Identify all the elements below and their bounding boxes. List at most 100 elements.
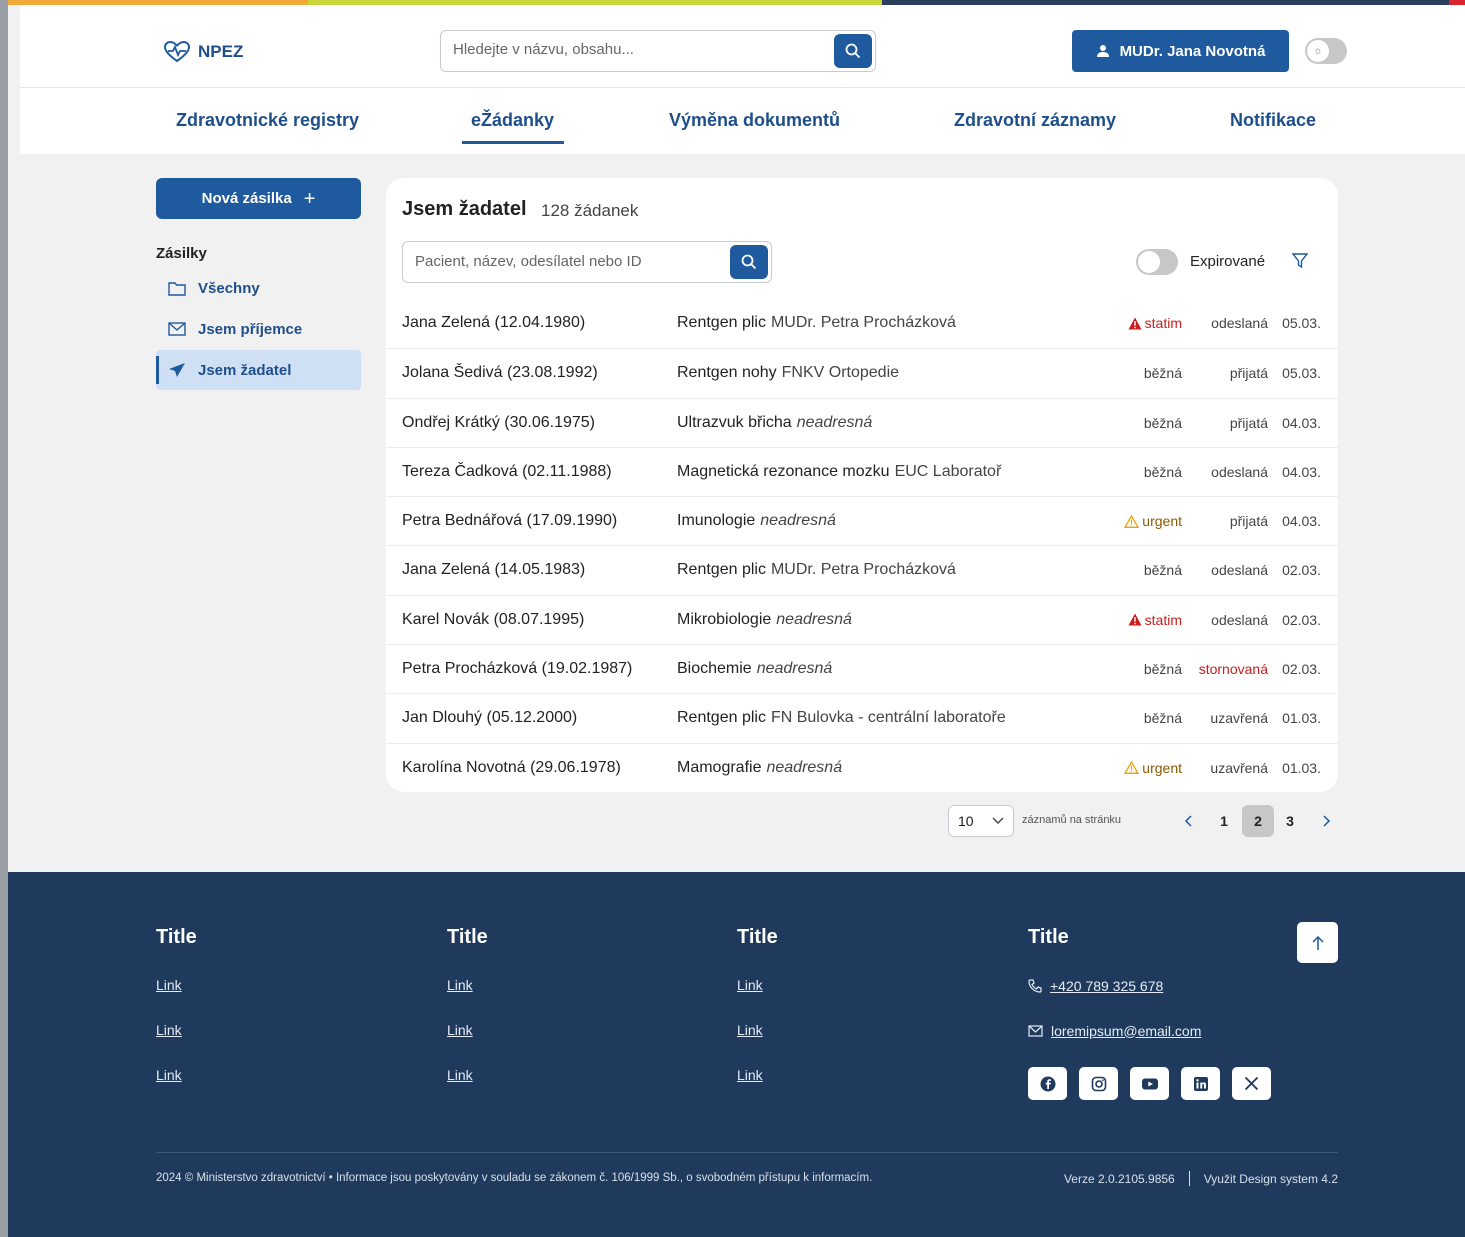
table-row[interactable]: Jolana Šedivá (23.08.1992) Rentgen nohy FN… [386,348,1338,397]
tab-zdravotnicke-registry[interactable]: Zdravotnické registry [176,110,359,131]
x-icon[interactable] [1232,1067,1271,1100]
table-row[interactable]: Jana Zelená (14.05.1983) Rentgen plic MUDr… [386,545,1338,594]
next-page-button[interactable] [1310,805,1342,837]
expired-toggle[interactable] [1136,249,1178,275]
sidebar-item-jsem-zadatel[interactable]: Jsem žadatel [156,350,361,390]
user-button[interactable]: MUDr. Jana Novotná [1072,30,1289,72]
priority-label: běžná [1143,661,1182,678]
warning-icon [1124,761,1140,775]
table-row[interactable]: Ondřej Krátký (30.06.1975) Ultrazvuk břic… [386,397,1338,447]
youtube-icon[interactable] [1130,1067,1169,1100]
sidebar-item-vsechny[interactable]: Všechny [156,268,361,308]
requests-search-button[interactable] [730,245,768,279]
table-row[interactable]: Karolína Novotná (29.06.1978) Mamografie n… [386,742,1338,792]
table-row[interactable]: Jana Zelená (12.04.1980) Rentgen plic MUDr… [386,299,1338,348]
sun-icon: ☼ [1307,40,1329,62]
footer-phone-link[interactable]: +420 789 325 678 [1028,977,1271,994]
exam-name: Ultrazvuk břicha [677,413,792,431]
patient-cell: Petra Procházková (19.02.1987) [402,660,633,678]
filter-icon[interactable] [1292,253,1308,269]
patient-cell: Petra Bednářová (17.09.1990) [402,512,618,530]
date-cell: 02.03. [1282,562,1321,579]
sidebar-item-jsem-prijemce[interactable]: Jsem příjemce [156,309,361,349]
footer-link[interactable]: Link [156,1022,197,1039]
exam-cell: Mikrobiologie neadresná [677,611,852,629]
instagram-icon[interactable] [1079,1067,1118,1100]
table-row[interactable]: Tereza Čadková (02.11.1988) Magnetická re… [386,446,1338,496]
tab-vymena-dokumentu[interactable]: Výměna dokumentů [669,110,840,131]
priority-cell: statim [1128,315,1182,331]
theme-toggle[interactable]: ☼ [1305,38,1347,64]
exam-name: Magnetická rezonance mozku [677,462,890,480]
prev-page-button[interactable] [1173,805,1205,837]
requests-card: Jsem žadatel 128 žádanek Expirované Jana… [386,178,1338,792]
global-search-button[interactable] [834,34,872,68]
state-cell: odeslaná [1211,315,1268,331]
footer-phone: +420 789 325 678 [1050,977,1164,994]
priority-cell: běžná [1144,661,1182,677]
exam-name: Rentgen plic [677,561,766,579]
footer-column-2: Title Link Link Link [447,926,488,1112]
footer-link[interactable]: Link [156,1067,197,1084]
exam-name: Rentgen nohy [677,364,777,382]
footer-link[interactable]: Link [737,1067,778,1084]
requests-search-input[interactable] [415,253,725,270]
patient-cell: Ondřej Krátký (30.06.1975) [402,413,595,431]
priority-cell: urgent [1124,513,1182,529]
state-cell: odeslaná [1211,463,1268,480]
table-row[interactable]: Petra Procházková (19.02.1987) Biochemie n… [386,644,1338,693]
global-search-input[interactable] [453,41,823,58]
exam-cell: Mamografie neadresná [677,759,842,777]
page-title: Jsem žadatel [402,198,527,220]
new-shipment-label: Nová zásilka [201,190,292,207]
linkedin-icon[interactable] [1181,1067,1220,1100]
logo[interactable]: NPEZ [164,41,243,63]
state-cell: uzavřená [1210,759,1268,776]
footer-link[interactable]: Link [447,1022,488,1039]
footer-separator [1188,1171,1190,1186]
state-cell: přijatá [1229,365,1268,382]
page-button-2[interactable]: 2 [1242,805,1274,837]
table-row[interactable]: Karel Novák (08.07.1995) Mikrobiologie nea… [386,594,1338,644]
table-row[interactable]: Petra Bednářová (17.09.1990) Imunologie ne… [386,496,1338,545]
footer-copyright: 2024 © Ministerstvo zdravotnictví • Info… [156,1172,873,1184]
table-row[interactable]: Jan Dlouhý (05.12.2000) Rentgen plic FN Bu… [386,693,1338,742]
chevron-left-icon [1184,815,1192,827]
page-button-1[interactable]: 1 [1208,805,1240,837]
footer-column-3: Title Link Link Link [737,926,778,1112]
footer-link[interactable]: Link [737,977,778,994]
patient-cell: Jan Dlouhý (05.12.2000) [402,709,578,727]
exam-name: Mikrobiologie [677,610,772,628]
footer-link[interactable]: Link [447,977,488,994]
date-cell: 02.03. [1282,661,1321,678]
page: NPEZ MUDr. Jana Novotná ☼ Zdravotnické r… [8,0,1465,1237]
priority-label: běžná [1143,365,1182,382]
per-page-label: záznamů na stránku [1022,814,1122,826]
sidebar-item-label: Jsem žadatel [198,361,292,379]
page-button-3[interactable]: 3 [1274,805,1306,837]
tab-ezadanky[interactable]: eŽádanky [471,110,554,131]
facebook-icon[interactable] [1028,1067,1067,1100]
tab-notifikace[interactable]: Notifikace [1230,110,1316,131]
date-cell: 05.03. [1282,365,1321,382]
footer-email-link[interactable]: loremipsum@email.com [1028,1022,1271,1039]
sidebar-item-label: Jsem příjemce [198,320,303,338]
new-shipment-button[interactable]: Nová zásilka + [156,178,361,219]
footer-link[interactable]: Link [737,1022,778,1039]
footer-divider [156,1152,1338,1153]
scroll-to-top-button[interactable] [1297,922,1338,963]
active-tab-indicator [462,141,564,144]
sender-name: FNKV Ortopedie [781,364,900,382]
exam-cell: Rentgen nohy FNKV Ortopedie [677,364,899,382]
tab-zdravotni-zaznamy[interactable]: Zdravotní záznamy [954,110,1116,131]
footer-link[interactable]: Link [156,977,197,994]
date-cell: 05.03. [1282,315,1321,331]
per-page-select[interactable]: 10 [948,805,1014,837]
footer-link[interactable]: Link [447,1067,488,1084]
footer-contact-column: Title +420 789 325 678 loremipsum@email.… [1028,926,1271,1100]
phone-icon [1028,978,1042,993]
priority-cell: běžná [1144,415,1182,431]
exam-cell: Rentgen plic MUDr. Petra Procházková [677,561,956,579]
sender-name: neadresná [766,758,843,776]
exam-cell: Biochemie neadresná [677,660,832,678]
